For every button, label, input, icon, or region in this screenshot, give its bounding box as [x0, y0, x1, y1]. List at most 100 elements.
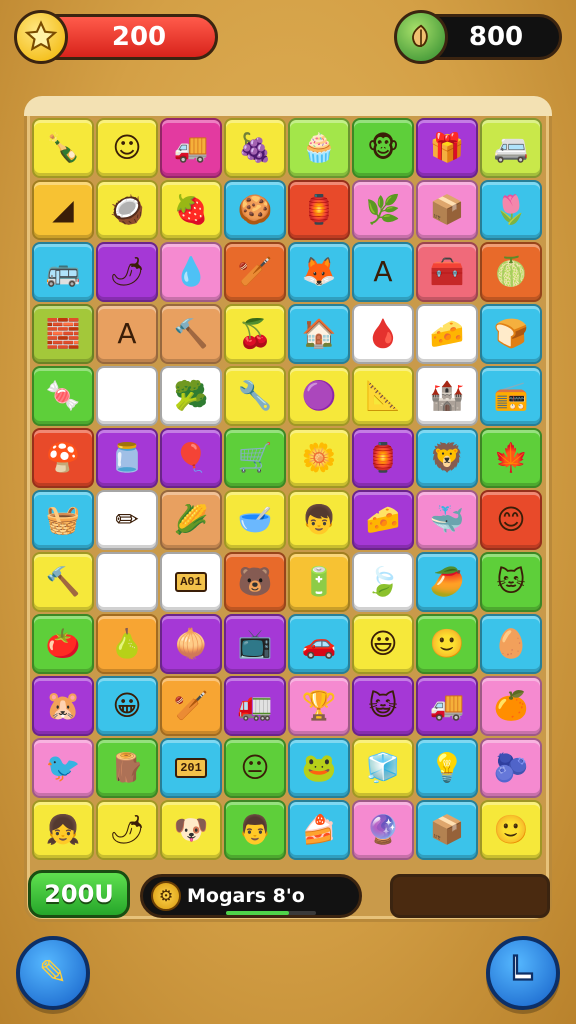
- tile-flower-icon[interactable]: 🌼: [288, 428, 350, 488]
- tile-smiley-icon[interactable]: 🙂: [416, 614, 478, 674]
- tile-broccoli-icon[interactable]: 🥦: [160, 366, 222, 426]
- tile-blob-icon[interactable]: 🫐: [480, 738, 542, 798]
- tile-cookie-icon[interactable]: 🍪: [224, 180, 286, 240]
- tile-empty[interactable]: [96, 366, 158, 426]
- tile-cat-icon[interactable]: 😺: [352, 676, 414, 736]
- tile-bowl-icon[interactable]: 🥣: [224, 490, 286, 550]
- tile-blob-icon[interactable]: 🍊: [480, 676, 542, 736]
- tile-monkey-icon[interactable]: 🐵: [352, 118, 414, 178]
- tile-letter-a-icon[interactable]: A: [96, 304, 158, 364]
- tile-car-icon[interactable]: 🚗: [288, 614, 350, 674]
- tile-battery-icon[interactable]: 🔋: [288, 552, 350, 612]
- tile-castle-icon[interactable]: 🏰: [416, 366, 478, 426]
- tile-bird-icon[interactable]: 🐦: [32, 738, 94, 798]
- tile-blob-icon[interactable]: 🍄: [32, 428, 94, 488]
- tile-hammer-icon[interactable]: 🔨: [32, 552, 94, 612]
- tile-lantern-icon[interactable]: 🏮: [288, 180, 350, 240]
- tile-tulip-icon[interactable]: 🌷: [480, 180, 542, 240]
- tile-leaf-icon[interactable]: 🍃: [352, 552, 414, 612]
- star-icon[interactable]: [14, 10, 68, 64]
- tile-cupcake-icon[interactable]: 🧁: [288, 118, 350, 178]
- tile-melon-icon[interactable]: 🍈: [480, 242, 542, 302]
- tile-chest-icon[interactable]: 🧰: [416, 242, 478, 302]
- tile-strawberry-icon[interactable]: 🍓: [160, 180, 222, 240]
- leaf-icon[interactable]: [394, 10, 448, 64]
- tile-jar-icon[interactable]: 🫙: [96, 428, 158, 488]
- tile-ball-icon[interactable]: 🔮: [352, 800, 414, 860]
- tile-wrench-icon[interactable]: 🔧: [224, 366, 286, 426]
- tile-house-icon[interactable]: 🏠: [288, 304, 350, 364]
- tile-girl-icon[interactable]: 👧: [32, 800, 94, 860]
- pencil-button[interactable]: ✎: [16, 936, 90, 1010]
- tile-chili-icon[interactable]: 🌶: [96, 242, 158, 302]
- tile-pear-icon[interactable]: 🍐: [96, 614, 158, 674]
- tile-berries-icon[interactable]: 🍇: [224, 118, 286, 178]
- tile-bush-icon[interactable]: 🌿: [352, 180, 414, 240]
- tile-chili-icon[interactable]: 🌶: [96, 800, 158, 860]
- tile-boy-icon[interactable]: 👨: [224, 800, 286, 860]
- tile-bear-icon[interactable]: 🐻: [224, 552, 286, 612]
- tile-cake-icon[interactable]: 🍰: [288, 800, 350, 860]
- tile-smiley-icon[interactable]: 😀: [96, 676, 158, 736]
- tile-frog-icon[interactable]: 🐸: [288, 738, 350, 798]
- tile-wedge-icon[interactable]: ◢: [32, 180, 94, 240]
- tile-coconut-icon[interactable]: 🥥: [96, 180, 158, 240]
- tile-hammer-icon[interactable]: 🔨: [160, 304, 222, 364]
- tile-fox-icon[interactable]: 🦊: [288, 242, 350, 302]
- tile-box-icon[interactable]: 📦: [416, 180, 478, 240]
- tile-letter-a-icon[interactable]: A: [352, 242, 414, 302]
- tile-cheese-icon[interactable]: 🧀: [416, 304, 478, 364]
- tile-crate-icon[interactable]: 🧱: [32, 304, 94, 364]
- tile-truck-icon[interactable]: 🚚: [160, 118, 222, 178]
- tile-corn-icon[interactable]: 🌽: [160, 490, 222, 550]
- tile-ball-icon[interactable]: 🟣: [288, 366, 350, 426]
- tile-whale-icon[interactable]: 🐳: [416, 490, 478, 550]
- tile-tomato-icon[interactable]: 🍅: [32, 614, 94, 674]
- tile-seed-icon[interactable]: 🥚: [480, 614, 542, 674]
- tile-bottle-icon[interactable]: 🍾: [32, 118, 94, 178]
- tile-bat-icon[interactable]: 🏏: [160, 676, 222, 736]
- tile-cart-icon[interactable]: 🛒: [224, 428, 286, 488]
- tile-bus-icon[interactable]: 🚌: [32, 242, 94, 302]
- tile-crate-icon[interactable]: 📦: [416, 800, 478, 860]
- tile-sign-icon[interactable]: 201: [160, 738, 222, 798]
- tile-lion-icon[interactable]: 🦁: [416, 428, 478, 488]
- tile-onion-icon[interactable]: 🧅: [160, 614, 222, 674]
- tile-truck-icon[interactable]: 🚚: [416, 676, 478, 736]
- tile-lantern-icon[interactable]: 🏮: [352, 428, 414, 488]
- tile-dog-icon[interactable]: 🐶: [160, 800, 222, 860]
- tile-cherries-icon[interactable]: 🍒: [224, 304, 286, 364]
- tile-smiley-icon[interactable]: 🙂: [480, 800, 542, 860]
- tile-face-icon[interactable]: ☺: [96, 118, 158, 178]
- tile-cube-icon[interactable]: 🧊: [352, 738, 414, 798]
- tile-trophy-icon[interactable]: 🏆: [288, 676, 350, 736]
- tile-leaf-icon[interactable]: 🍁: [480, 428, 542, 488]
- tile-wood-icon[interactable]: 🪵: [96, 738, 158, 798]
- tile-basket-icon[interactable]: 🧺: [32, 490, 94, 550]
- tile-wedge-icon[interactable]: 📐: [352, 366, 414, 426]
- tile-mango-icon[interactable]: 🥭: [416, 552, 478, 612]
- tile-candy-icon[interactable]: 🍬: [32, 366, 94, 426]
- tile-sign-icon[interactable]: A01: [160, 552, 222, 612]
- tile-smiley-icon[interactable]: 😊: [480, 490, 542, 550]
- tile-oven-icon[interactable]: 📺: [224, 614, 286, 674]
- tile-bread-icon[interactable]: 🍞: [480, 304, 542, 364]
- boot-button[interactable]: [486, 936, 560, 1010]
- tile-nacho-icon[interactable]: 🧀: [352, 490, 414, 550]
- score-button[interactable]: 200U: [28, 870, 130, 918]
- tile-boy-icon[interactable]: 👦: [288, 490, 350, 550]
- tile-empty[interactable]: [96, 552, 158, 612]
- tile-balloon-icon[interactable]: 🎈: [160, 428, 222, 488]
- tile-lamp-icon[interactable]: 💡: [416, 738, 478, 798]
- tile-bear-icon[interactable]: 🐹: [32, 676, 94, 736]
- tile-radio-icon[interactable]: 📻: [480, 366, 542, 426]
- tile-drop-icon[interactable]: 💧: [160, 242, 222, 302]
- tile-smiley-icon[interactable]: 😃: [352, 614, 414, 674]
- tile-pencil-icon[interactable]: ✏: [96, 490, 158, 550]
- tile-smiley-icon[interactable]: 😐: [224, 738, 286, 798]
- tile-van-icon[interactable]: 🚐: [480, 118, 542, 178]
- tile-gift-icon[interactable]: 🎁: [416, 118, 478, 178]
- tile-cat-icon[interactable]: 🐱: [480, 552, 542, 612]
- tile-truck-icon[interactable]: 🚛: [224, 676, 286, 736]
- tile-drop-icon[interactable]: 🩸: [352, 304, 414, 364]
